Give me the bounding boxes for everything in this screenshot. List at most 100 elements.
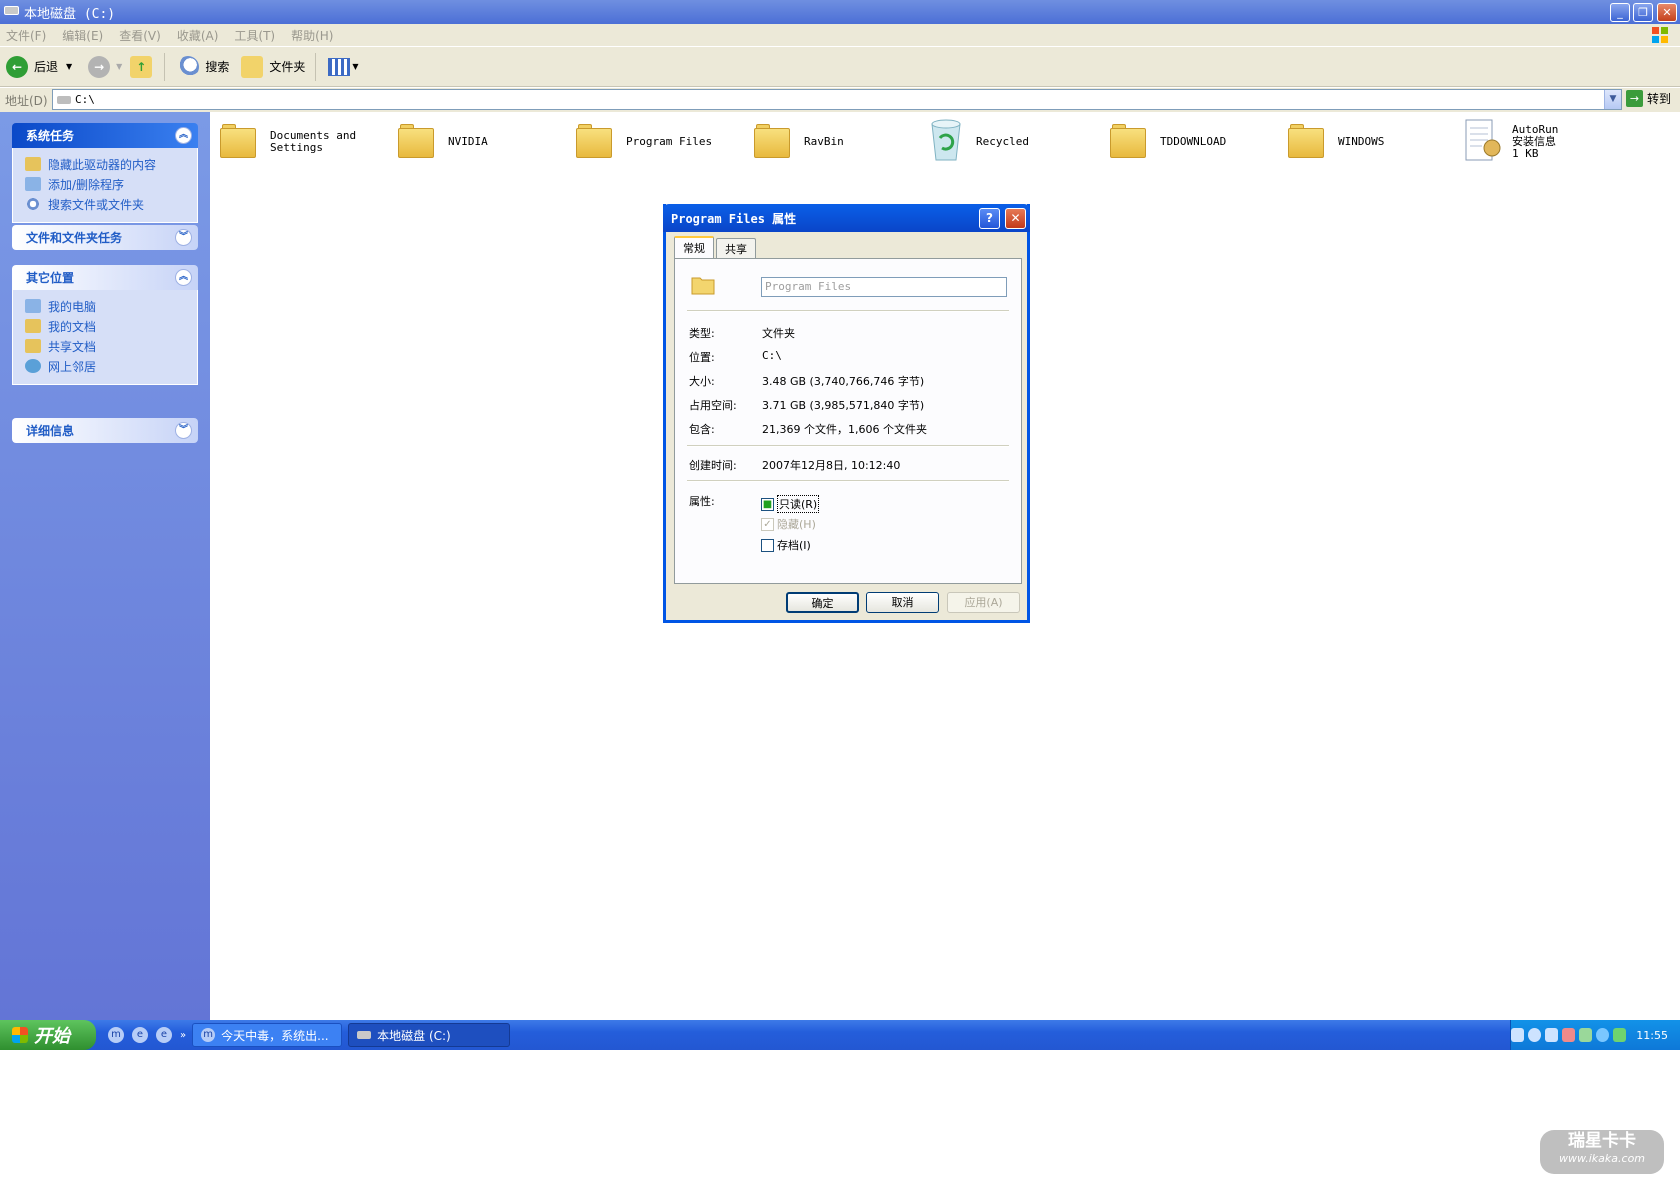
folder-item[interactable]: Program Files — [576, 118, 712, 166]
ie-quicklaunch-icon[interactable]: e — [132, 1027, 148, 1043]
collapse-chevron-icon[interactable]: ︽ — [175, 127, 192, 144]
folder-icon — [576, 124, 616, 160]
menu-tools[interactable]: 工具(T) — [234, 27, 275, 44]
place-label: 我的文档 — [48, 319, 97, 334]
dialog-tabs: 常规 共享 — [674, 236, 758, 258]
recycle-bin-item[interactable]: Recycled — [926, 118, 1029, 166]
expand-chevron-icon[interactable]: ︾ — [175, 229, 192, 246]
forward-button[interactable]: → ▼ — [88, 52, 122, 82]
other-places-header[interactable]: 其它位置 ︽ — [12, 265, 198, 290]
folder-icon — [754, 124, 794, 160]
menu-edit[interactable]: 编辑(E) — [62, 27, 103, 44]
maxthon-quicklaunch-icon[interactable]: m — [108, 1027, 124, 1043]
close-button[interactable]: ✕ — [1657, 3, 1677, 22]
folder-item[interactable]: RavBin — [754, 118, 844, 166]
back-button[interactable]: ← 后退 ▼ — [6, 52, 72, 82]
go-button[interactable]: → 转到 — [1626, 90, 1671, 107]
window-title: 本地磁盘 (C:) — [24, 6, 116, 22]
help-icon[interactable]: ? — [979, 208, 1000, 229]
search-label: 搜索 — [205, 60, 230, 74]
menu-view[interactable]: 查看(V) — [119, 27, 161, 44]
back-label: 后退 — [34, 60, 59, 74]
created-row: 创建时间: 2007年12月8日, 10:12:40 — [689, 457, 900, 473]
shield-icon[interactable] — [1613, 1028, 1627, 1042]
menu-favorites[interactable]: 收藏(A) — [177, 27, 219, 44]
forward-dropdown-icon: ▼ — [116, 62, 123, 71]
address-dropdown-icon[interactable]: ▼ — [1604, 90, 1621, 109]
up-folder-button[interactable]: ↑ — [130, 52, 158, 82]
update-icon[interactable] — [1596, 1028, 1610, 1042]
tab-general[interactable]: 常规 — [674, 236, 714, 258]
start-label: 开始 — [34, 1026, 70, 1047]
divider — [687, 310, 1009, 312]
task-hide-drive-contents[interactable]: 隐藏此驱动器的内容 — [25, 154, 197, 174]
place-network-places[interactable]: 网上邻居 — [25, 356, 197, 376]
menu-help[interactable]: 帮助(H) — [291, 27, 333, 44]
file-tasks-panel: 文件和文件夹任务 ︾ — [12, 225, 198, 250]
menu-file[interactable]: 文件(F) — [6, 27, 46, 44]
folder-item[interactable]: NVIDIA — [398, 118, 488, 166]
back-arrow-icon: ← — [6, 55, 28, 78]
network-icon[interactable] — [1545, 1028, 1559, 1042]
folder-name-input[interactable]: Program Files — [761, 277, 1007, 297]
close-icon[interactable]: ✕ — [1005, 208, 1026, 229]
folder-item[interactable]: WINDOWS — [1288, 118, 1384, 166]
folder-name: Program Files — [626, 135, 713, 148]
details-header[interactable]: 详细信息 ︾ — [12, 418, 198, 443]
search-icon — [177, 55, 200, 78]
place-my-documents[interactable]: 我的文档 — [25, 316, 197, 336]
browser-quicklaunch-icon[interactable]: e — [156, 1027, 172, 1043]
checkbox-indeterminate-icon: ■ — [761, 497, 774, 511]
restore-button[interactable]: ❐ — [1633, 3, 1653, 22]
file-item[interactable]: AutoRun 安装信息 1 KB — [1462, 118, 1558, 166]
task-add-remove-programs[interactable]: 添加/删除程序 — [25, 174, 197, 194]
security-icon[interactable] — [1579, 1028, 1593, 1042]
watermark: 瑞星卡卡 www.ikaka.com — [1540, 1130, 1664, 1174]
system-tasks-header[interactable]: 系统任务 ︽ — [12, 123, 198, 148]
task-search-files[interactable]: 搜索文件或文件夹 — [25, 194, 197, 214]
folder-name: Recycled — [976, 135, 1029, 148]
views-button[interactable]: ▼ — [328, 52, 359, 82]
start-button[interactable]: 开始 — [0, 1020, 96, 1050]
file-tasks-header[interactable]: 文件和文件夹任务 ︾ — [12, 225, 198, 250]
taskbar-task-explorer[interactable]: 本地磁盘 (C:) — [348, 1023, 511, 1047]
system-tasks-panel: 系统任务 ︽ 隐藏此驱动器的内容 添加/删除程序 搜索文件或文件夹 — [12, 123, 198, 223]
folder-item[interactable]: Documents and Settings — [220, 118, 356, 166]
minimize-button[interactable]: _ — [1610, 3, 1630, 22]
size-label: 大小: — [689, 375, 715, 388]
my-documents-icon — [25, 319, 41, 333]
search-button[interactable]: 搜索 — [177, 52, 229, 82]
taskbar-task-browser[interactable]: m 今天中毒，系统出... — [192, 1023, 343, 1047]
task-label: 今天中毒，系统出... — [221, 1028, 329, 1043]
place-shared-documents[interactable]: 共享文档 — [25, 336, 197, 356]
collapse-chevron-icon[interactable]: ︽ — [175, 269, 192, 286]
antivirus-icon[interactable] — [1562, 1028, 1576, 1042]
place-label: 网上邻居 — [48, 359, 97, 374]
checkmark-icon: ✓ — [761, 517, 774, 531]
views-icon — [328, 57, 351, 76]
hide-folder-icon — [25, 157, 41, 171]
task-label: 搜索文件或文件夹 — [48, 197, 145, 212]
cancel-button[interactable]: 取消 — [866, 592, 939, 613]
place-my-computer[interactable]: 我的电脑 — [25, 296, 197, 316]
tab-sharing[interactable]: 共享 — [716, 238, 756, 258]
disk-size-row: 占用空间: 3.71 GB (3,985,571,840 字节) — [689, 397, 924, 413]
folder-name: NVIDIA — [448, 135, 488, 148]
go-label: 转到 — [1647, 92, 1672, 106]
expand-chevron-icon[interactable]: ︾ — [175, 422, 192, 439]
address-input[interactable]: C:\ ▼ — [52, 89, 1622, 110]
checkbox-empty-icon — [761, 538, 774, 552]
back-dropdown-icon[interactable]: ▼ — [66, 62, 72, 71]
quicklaunch-more-icon[interactable]: » — [180, 1030, 186, 1041]
archive-checkbox[interactable]: 存档(I) — [761, 537, 811, 553]
folder-item[interactable]: TDDOWNLOAD — [1110, 118, 1226, 166]
created-label: 创建时间: — [689, 459, 737, 472]
drive-icon — [357, 1031, 372, 1039]
place-label: 我的电脑 — [48, 299, 97, 314]
menu-bar: 文件(F) 编辑(E) 查看(V) 收藏(A) 工具(T) 帮助(H) — [0, 24, 1680, 47]
folders-button[interactable]: 文件夹 — [241, 52, 305, 82]
readonly-checkbox[interactable]: ■ 只读(R) — [761, 495, 820, 513]
tray-expand-icon[interactable] — [1528, 1028, 1542, 1042]
ok-button[interactable]: 确定 — [786, 592, 859, 613]
keyboard-icon[interactable] — [1510, 1028, 1525, 1042]
